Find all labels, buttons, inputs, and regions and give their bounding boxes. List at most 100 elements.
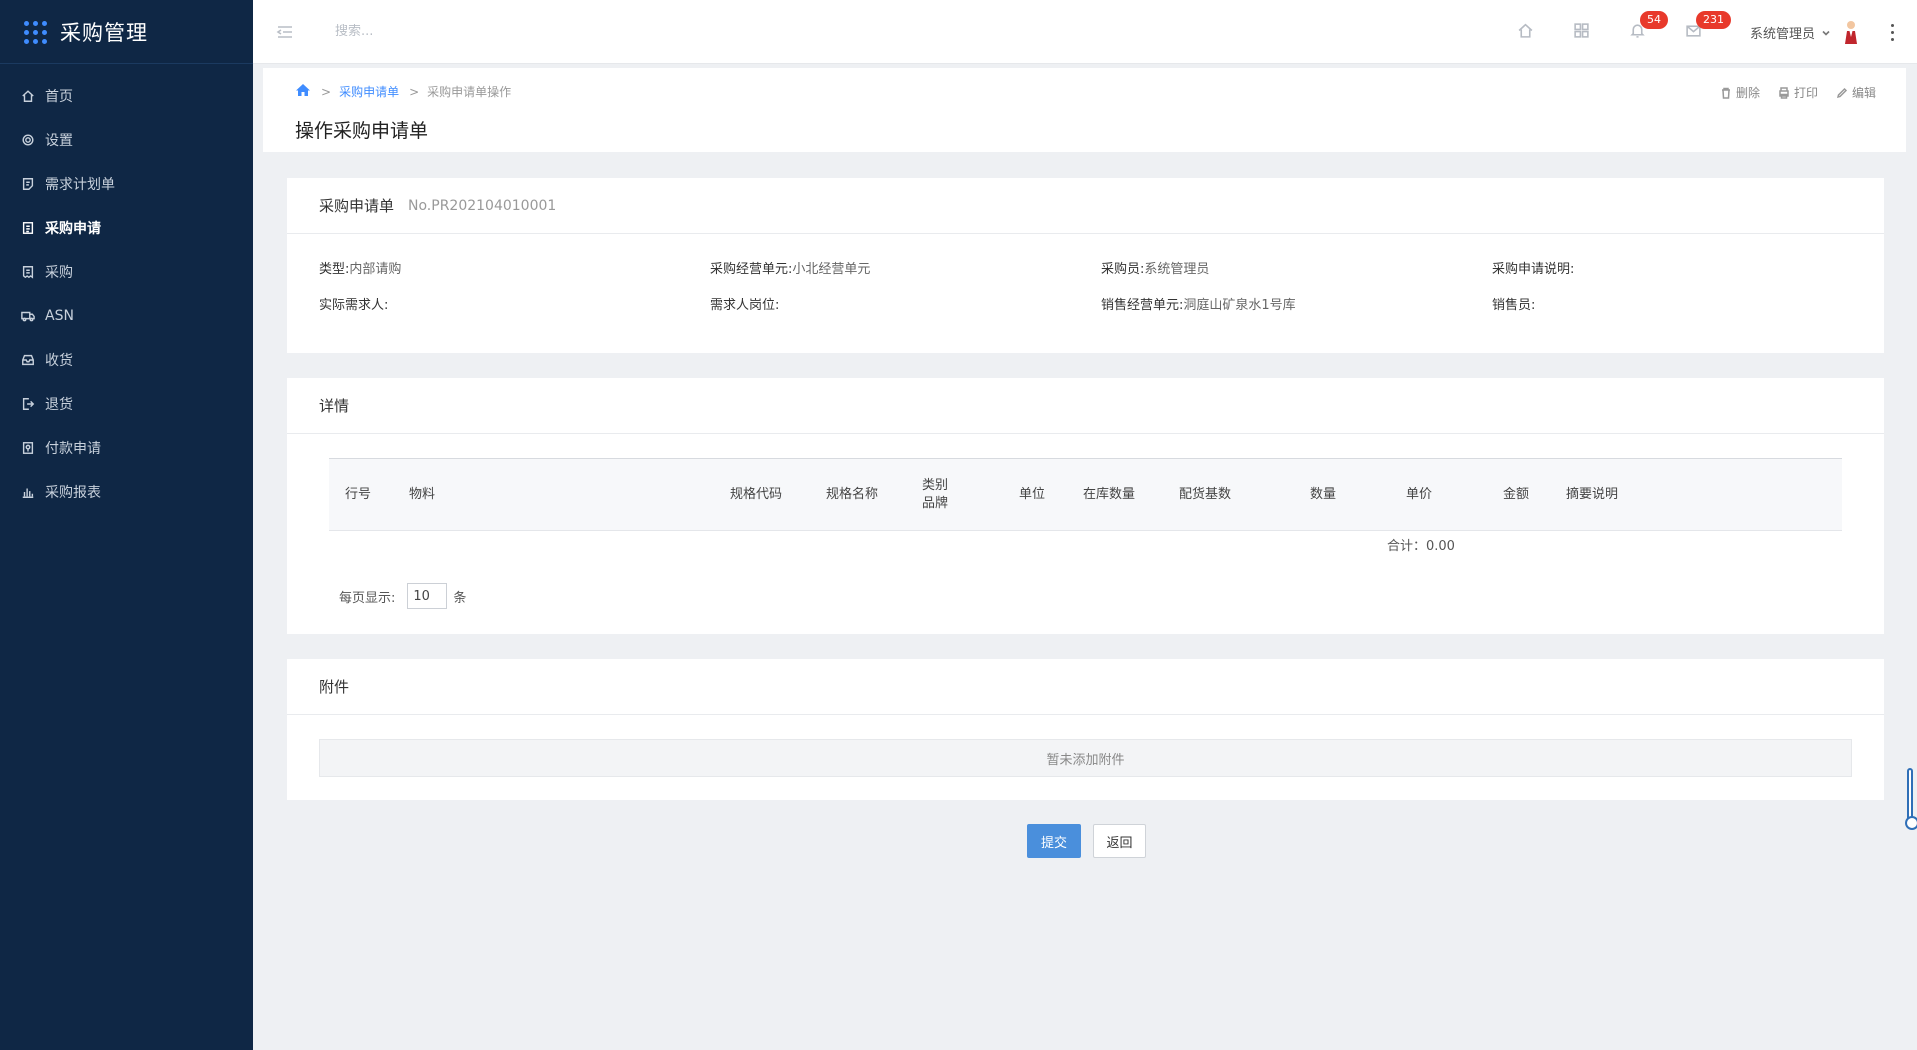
- col-stock-qty[interactable]: 在库数量: [1083, 486, 1135, 504]
- inbox-icon: [20, 352, 36, 368]
- col-material[interactable]: 物料: [409, 486, 435, 504]
- sidebar-item-label: 退货: [45, 397, 73, 413]
- more-vertical-icon[interactable]: [1875, 22, 1909, 43]
- col-summary[interactable]: 摘要说明: [1566, 486, 1618, 504]
- sidebar-item-label: 需求计划单: [45, 177, 115, 193]
- delete-button[interactable]: 删除: [1720, 84, 1760, 101]
- attachments-header: 附件: [319, 678, 350, 696]
- home-icon[interactable]: [295, 82, 311, 101]
- breadcrumb-current: 采购申请单操作: [427, 85, 512, 99]
- order-number: No.PR202104010001: [408, 197, 557, 214]
- field-buyer: 采购员:系统管理员: [1101, 262, 1210, 277]
- page-title: 操作采购申请单: [295, 120, 429, 142]
- print-button[interactable]: 打印: [1778, 84, 1818, 101]
- page-size-control: 每页显示: 条: [339, 583, 1884, 609]
- sidebar-item-purchase-request[interactable]: 采购申请: [0, 206, 253, 250]
- breadcrumb: > 采购申请单 > 采购申请单操作: [295, 82, 511, 101]
- sidebar-item-label: 采购申请: [45, 221, 101, 237]
- col-unit-price[interactable]: 单价: [1406, 486, 1432, 504]
- col-quantity[interactable]: 数量: [1310, 486, 1336, 504]
- col-spec-code[interactable]: 规格代码: [730, 486, 782, 504]
- back-button[interactable]: 返回: [1093, 824, 1146, 858]
- page-actions: 删除 打印 编辑: [1702, 84, 1876, 101]
- sidebar-item-home[interactable]: 首页: [0, 74, 253, 118]
- field-actual-requester: 实际需求人:: [319, 298, 389, 313]
- app-title: 采购管理: [60, 20, 148, 45]
- sidebar-item-label: 收货: [45, 353, 73, 369]
- submit-button[interactable]: 提交: [1027, 824, 1081, 858]
- home-icon: [20, 88, 36, 104]
- menu-collapse-icon[interactable]: [275, 22, 295, 42]
- notifications-button[interactable]: 54: [1610, 0, 1668, 64]
- messages-badge: 231: [1695, 11, 1731, 29]
- user-menu[interactable]: 系统管理员: [1750, 19, 1861, 45]
- col-spec-name[interactable]: 规格名称: [826, 486, 878, 504]
- card-header: 采购申请单 No.PR202104010001: [287, 178, 1884, 234]
- bar-chart-icon: [20, 484, 36, 500]
- field-salesperson: 销售员:: [1492, 298, 1536, 313]
- messages-button[interactable]: 231: [1666, 0, 1731, 64]
- truck-icon: [20, 308, 36, 324]
- breadcrumb-separator: >: [321, 84, 332, 99]
- notifications-badge: 54: [1639, 11, 1668, 29]
- attachments-card: 附件 暂未添加附件: [287, 659, 1884, 800]
- breadcrumb-link[interactable]: 采购申请单: [339, 83, 399, 100]
- details-card: 详情 行号 物料 规格代码 规格名称 类别 品牌 单位 在库数量 配货基数 数量 …: [287, 378, 1884, 634]
- details-header: 详情: [319, 397, 350, 415]
- total-amount: 合计：0.00: [1387, 539, 1455, 554]
- sidebar-item-payment-request[interactable]: 付款申请: [0, 426, 253, 470]
- field-sales-unit: 销售经营单元:洞庭山矿泉水1号库: [1101, 298, 1296, 313]
- field-request-note: 采购申请说明:: [1492, 262, 1575, 277]
- clipboard-icon: [20, 220, 36, 236]
- receipt-icon: [20, 264, 36, 280]
- print-label: 打印: [1793, 86, 1818, 100]
- sidebar-item-label: 付款申请: [45, 441, 101, 457]
- field-requester-position: 需求人岗位:: [710, 298, 780, 313]
- col-unit[interactable]: 单位: [1019, 486, 1045, 504]
- sidebar-item-returns[interactable]: 退货: [0, 382, 253, 426]
- grid-icon: [1573, 22, 1590, 43]
- col-line-no[interactable]: 行号: [345, 486, 371, 504]
- order-fields: 类型:内部请购 采购经营单元:小北经营单元 采购员:系统管理员 采购申请说明: …: [287, 234, 1884, 313]
- top-bar: 54 231 系统管理员: [253, 0, 1917, 64]
- avatar: [1841, 19, 1861, 45]
- sidebar-item-purchase-report[interactable]: 采购报表: [0, 470, 253, 514]
- printer-icon: [1779, 86, 1789, 99]
- col-allocation-base[interactable]: 配货基数: [1179, 486, 1231, 504]
- order-header: 采购申请单: [319, 197, 395, 215]
- sidebar-item-label: 采购: [45, 265, 73, 281]
- edit-button[interactable]: 编辑: [1836, 84, 1876, 101]
- sidebar: 采购管理 首页 设置 需求计划单 采购申请 采购 ASN 收货 退货 付款申请 …: [0, 0, 253, 1050]
- sidebar-item-label: 设置: [45, 133, 73, 149]
- table-header: 行号 物料 规格代码 规格名称 类别 品牌 单位 在库数量 配货基数 数量 单价 …: [329, 459, 1842, 531]
- top-bar-actions: 54 231 系统管理员: [1498, 0, 1917, 64]
- home-button[interactable]: [1498, 0, 1554, 64]
- payment-icon: [20, 440, 36, 456]
- sidebar-item-label: 采购报表: [45, 485, 101, 501]
- apps-button[interactable]: [1554, 0, 1610, 64]
- page-size-unit: 条: [453, 590, 467, 606]
- scroll-thermometer-icon[interactable]: [1905, 768, 1917, 830]
- sidebar-item-demand-plan[interactable]: 需求计划单: [0, 162, 253, 206]
- trash-icon: [1721, 87, 1730, 99]
- total-row: 合计：0.00: [329, 531, 1842, 557]
- sidebar-item-label: ASN: [45, 308, 74, 324]
- sidebar-item-asn[interactable]: ASN: [0, 294, 253, 338]
- empty-attachments: 暂未添加附件: [319, 739, 1852, 777]
- home-icon: [1517, 22, 1534, 43]
- order-info-card: 采购申请单 No.PR202104010001 类型:内部请购 采购经营单元:小…: [287, 178, 1884, 353]
- field-type: 类型:内部请购: [319, 262, 402, 277]
- col-category-brand[interactable]: 类别 品牌: [922, 477, 948, 513]
- search-input[interactable]: [335, 24, 635, 39]
- apps-grid-icon[interactable]: [24, 20, 47, 44]
- sidebar-item-settings[interactable]: 设置: [0, 118, 253, 162]
- sidebar-menu: 首页 设置 需求计划单 采购申请 采购 ASN 收货 退货 付款申请 采购报表: [0, 74, 253, 514]
- sidebar-item-receiving[interactable]: 收货: [0, 338, 253, 382]
- page-header: > 采购申请单 > 采购申请单操作 操作采购申请单 删除 打印 编辑: [263, 68, 1906, 152]
- page-size-input[interactable]: [407, 583, 448, 609]
- col-amount[interactable]: 金额: [1503, 486, 1529, 504]
- exit-icon: [20, 396, 36, 412]
- breadcrumb-separator: >: [409, 84, 420, 99]
- sidebar-item-purchase[interactable]: 采购: [0, 250, 253, 294]
- card-header: 详情: [287, 378, 1884, 434]
